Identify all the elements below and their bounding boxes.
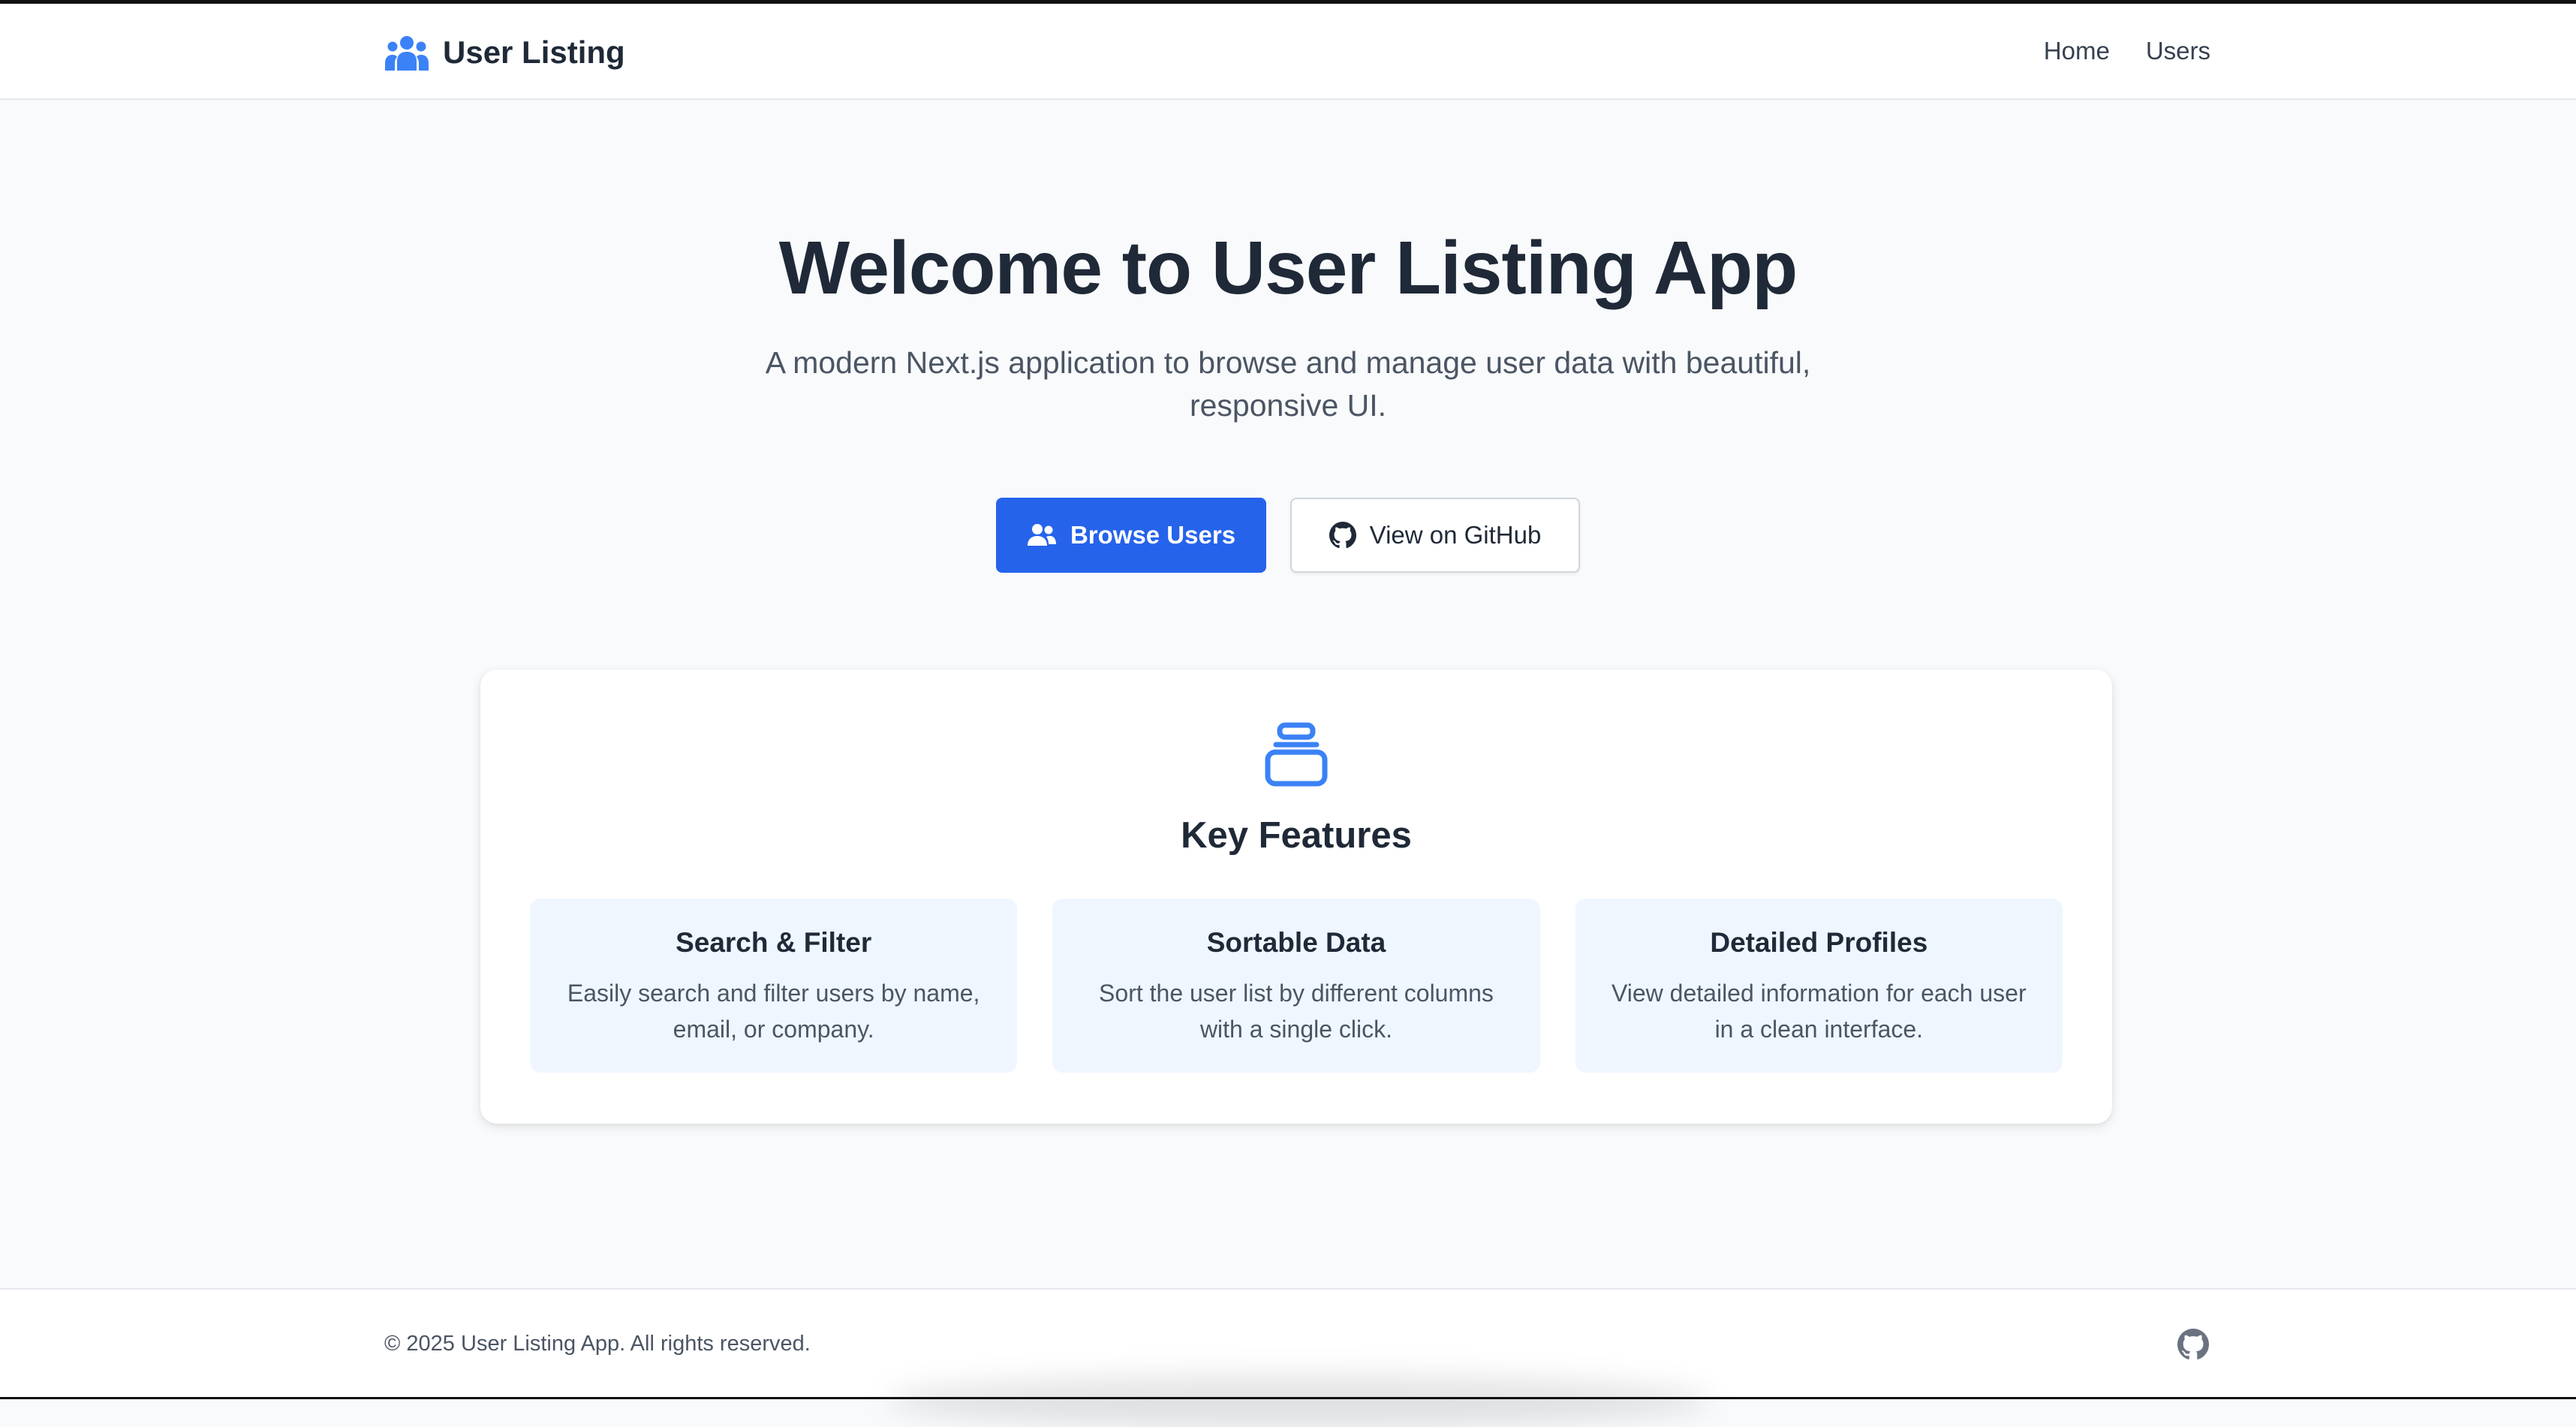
github-icon[interactable] (2177, 1329, 2209, 1360)
view-on-github-label: View on GitHub (1369, 521, 1542, 549)
hero-subtitle: A modern Next.js application to browse a… (765, 345, 1811, 423)
footer: © 2025 User Listing App. All rights rese… (0, 1288, 2576, 1427)
hero-section: Welcome to User Listing App A modern Nex… (0, 225, 2576, 428)
users-icon (1027, 523, 1057, 547)
users-icon (384, 35, 429, 71)
navbar: User Listing Home Users (0, 4, 2576, 100)
view-on-github-button[interactable]: View on GitHub (1290, 498, 1580, 573)
key-features-title: Key Features (1181, 815, 1412, 856)
feature-title: Search & Filter (676, 927, 872, 958)
github-icon (1329, 522, 1356, 549)
nav-users-link[interactable]: Users (2146, 37, 2210, 65)
feature-search-filter: Search & Filter Easily search and filter… (530, 899, 1018, 1073)
hero-buttons: Browse Users View on GitHub (0, 498, 2576, 573)
browse-users-button[interactable]: Browse Users (996, 498, 1266, 573)
copyright-text: © 2025 User Listing App. All rights rese… (384, 1332, 811, 1356)
brand[interactable]: User Listing (384, 32, 625, 73)
feature-title: Sortable Data (1206, 927, 1386, 958)
key-features-card: Key Features Search & Filter Easily sear… (480, 670, 2112, 1124)
feature-grid: Search & Filter Easily search and filter… (530, 899, 2063, 1073)
database-icon (1263, 722, 1329, 792)
browse-users-label: Browse Users (1070, 521, 1236, 549)
feature-description: Sort the user list by different columns … (1099, 980, 1494, 1043)
feature-sortable-data: Sortable Data Sort the user list by diff… (1052, 899, 1540, 1073)
feature-title: Detailed Profiles (1710, 927, 1928, 958)
hero-title: Welcome to User Listing App (778, 226, 1798, 310)
brand-title: User Listing (443, 35, 625, 70)
feature-description: Easily search and filter users by name, … (567, 980, 980, 1043)
feature-detailed-profiles: Detailed Profiles View detailed informat… (1575, 899, 2063, 1073)
nav-home-link[interactable]: Home (2044, 37, 2110, 65)
main-nav: Home Users (2044, 37, 2210, 65)
feature-description: View detailed information for each user … (1612, 980, 2027, 1043)
dock-shadow (886, 1374, 1711, 1427)
